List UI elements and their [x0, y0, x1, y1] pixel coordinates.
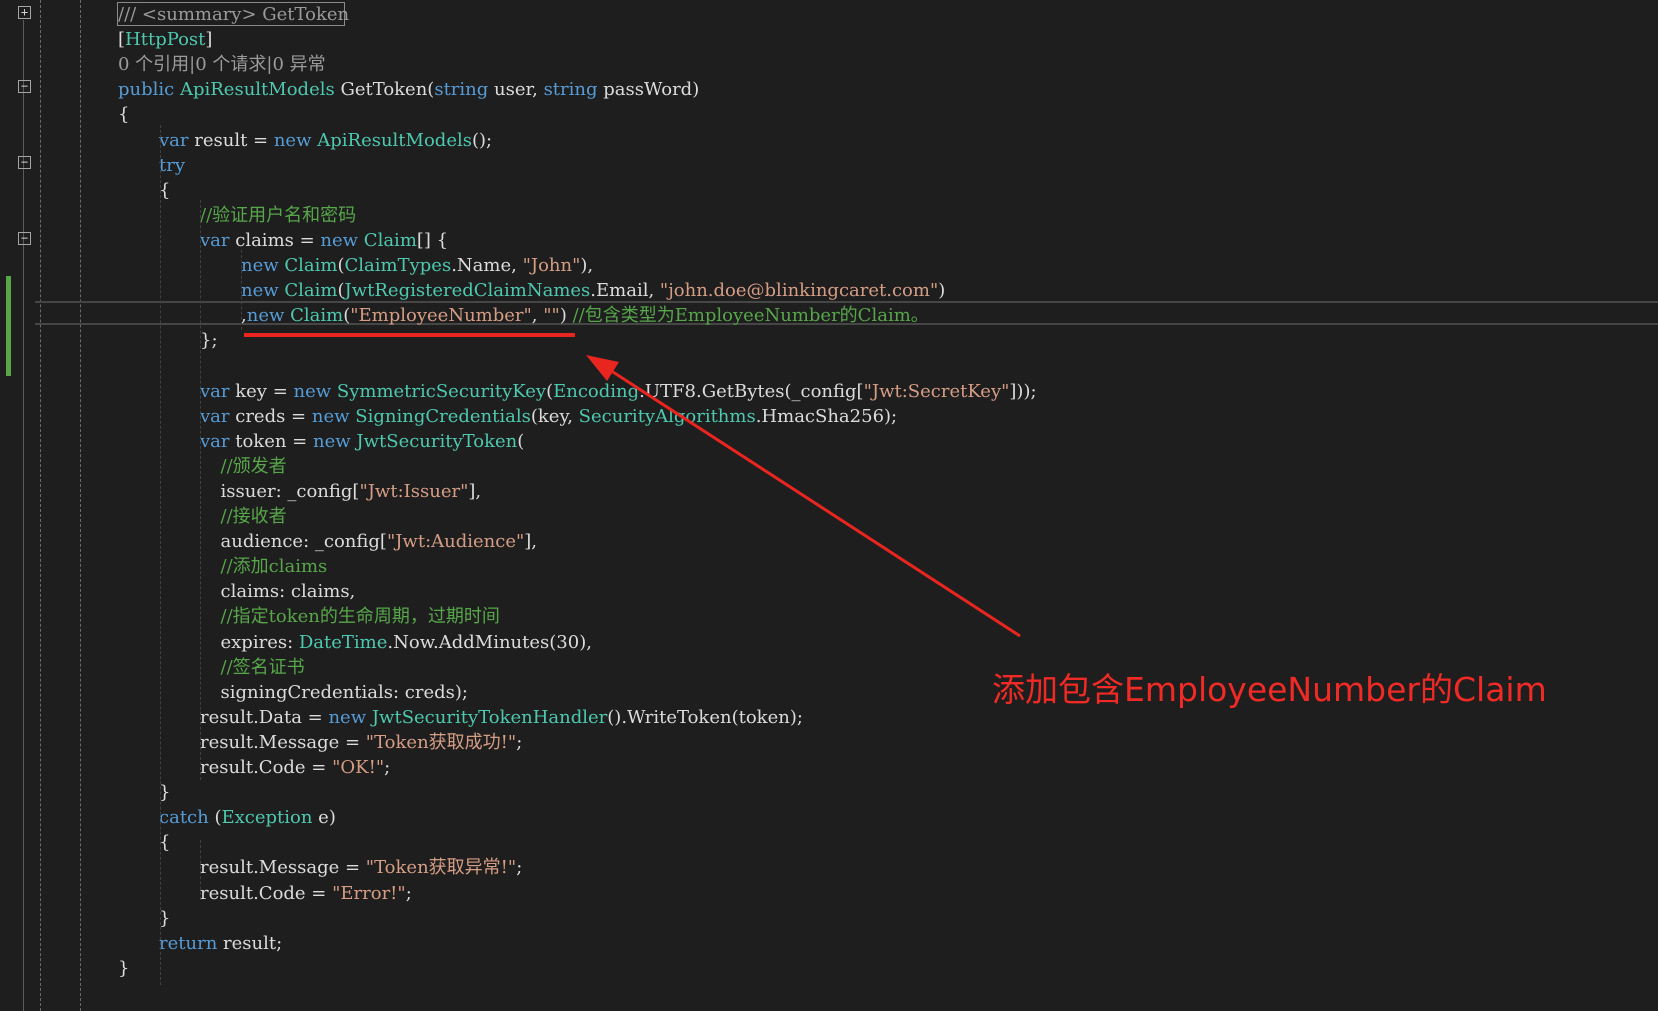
indent-guide	[200, 840, 201, 900]
indent-guide	[160, 125, 161, 985]
annotation-label: 添加包含EmployeeNumber的Claim	[992, 670, 1547, 709]
indent-guide	[241, 250, 242, 330]
indent-guide	[200, 200, 201, 780]
code-editor[interactable]: + − − − /// <summary> GetToken [HttpPost]…	[0, 0, 1658, 1011]
annotation-arrow	[586, 355, 1021, 638]
